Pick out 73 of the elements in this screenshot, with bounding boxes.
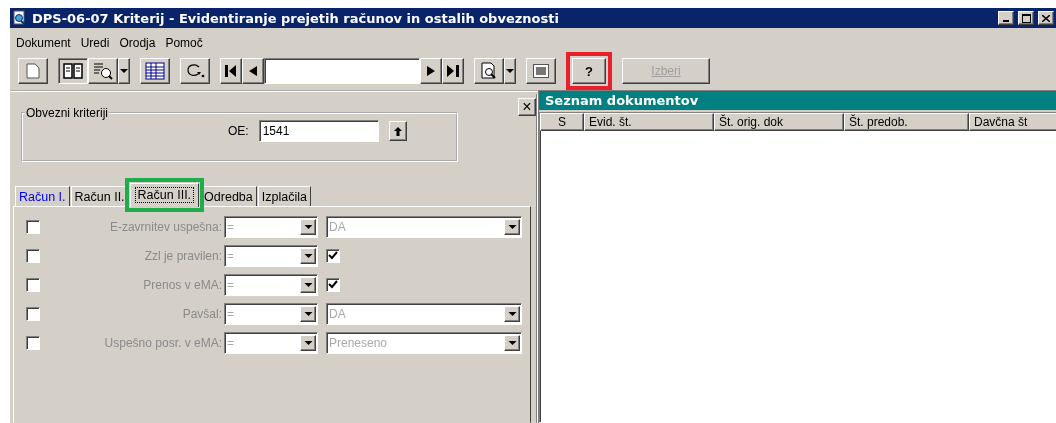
dropdown-arrow-icon (507, 340, 517, 345)
column-header[interactable]: S (540, 113, 584, 131)
menu-item[interactable]: Dokument (16, 36, 71, 50)
dropdown-arrow-icon (303, 282, 313, 287)
checkbox[interactable] (26, 335, 40, 350)
tab[interactable]: Račun I. (15, 186, 70, 206)
preview-button[interactable] (474, 58, 504, 84)
maximize-icon (1021, 13, 1031, 23)
find-icon (93, 62, 113, 80)
new-button[interactable] (18, 58, 48, 84)
close-button[interactable] (1038, 11, 1054, 25)
dropdown-button[interactable] (504, 58, 516, 84)
dropdown-arrow-icon (120, 69, 128, 73)
last-button[interactable] (442, 58, 464, 84)
checkbox[interactable] (26, 306, 40, 321)
menu-item[interactable]: Pomoč (165, 36, 203, 50)
redo-icon (185, 63, 205, 79)
checkbox[interactable] (26, 277, 40, 292)
column-header[interactable]: Evid. št. (584, 113, 714, 131)
dropdown-arrow-icon (507, 311, 517, 316)
list-title: Seznam dokumentov (539, 91, 1056, 110)
record-field[interactable] (264, 58, 420, 84)
book-button[interactable] (58, 58, 88, 84)
criterion-label: Pavšal: (181, 306, 223, 321)
first-record-icon (225, 64, 237, 78)
previous-record-icon (249, 66, 257, 76)
dropdown-arrow-icon (507, 224, 517, 229)
dropdown-arrow-icon (303, 311, 313, 316)
dropdown-button[interactable] (118, 58, 130, 84)
export-button[interactable] (526, 58, 556, 84)
help-button[interactable]: ? (572, 58, 606, 84)
maximize-button[interactable] (1018, 11, 1034, 25)
first-button[interactable] (220, 58, 242, 84)
group-title: Obvezni kriteriji (25, 106, 110, 120)
table-icon (145, 62, 165, 80)
minimize-button[interactable] (998, 11, 1014, 25)
tab[interactable]: Izplačila (257, 186, 311, 206)
find-button[interactable] (88, 58, 118, 84)
menu-item[interactable]: Uredi (80, 36, 110, 50)
close-icon (1042, 14, 1050, 22)
dropdown-arrow-icon (506, 69, 514, 73)
menu-item[interactable]: Orodja (119, 36, 156, 50)
criterion-label: Zzl je pravilen: (143, 248, 223, 263)
checkbox[interactable] (26, 248, 40, 263)
export-icon (533, 64, 549, 78)
dropdown-arrow-icon (303, 253, 313, 258)
criterion-label: E-zavrnitev uspešna: (108, 219, 223, 234)
column-header[interactable]: Št. predob. (844, 113, 969, 131)
column-header[interactable]: Št. orig. dok (714, 113, 844, 131)
redo-button[interactable] (180, 58, 210, 84)
column-header[interactable]: Davčna št (969, 113, 1056, 131)
new-document-icon (26, 63, 40, 79)
next-button[interactable] (420, 58, 442, 84)
last-record-icon (447, 64, 459, 78)
dropdown-arrow-icon (303, 340, 313, 345)
app-icon (12, 10, 28, 26)
criterion-label: Uspešno posr. v eMA: (103, 335, 223, 350)
table-button[interactable] (140, 58, 170, 84)
print-preview-icon (480, 62, 498, 80)
dropdown-arrow-icon (303, 224, 313, 229)
oe-field[interactable]: 1541 (258, 120, 379, 142)
next-record-icon (427, 66, 435, 76)
value-checkbox[interactable] (326, 277, 340, 292)
criterion-label: Prenos v eMA: (142, 277, 223, 292)
checkbox[interactable] (26, 219, 40, 234)
close-panel-button[interactable]: × (518, 98, 536, 116)
value-checkbox[interactable] (326, 248, 340, 263)
book-icon (63, 62, 83, 80)
previous-button[interactable] (242, 58, 264, 84)
window-title: DPS-06-07 Kriterij - Evidentiranje prejetih računov in ostalih obveznosti (32, 10, 560, 26)
up-arrow-icon (393, 126, 402, 136)
lookup-button[interactable] (388, 121, 407, 141)
field-label: OE: (228, 124, 249, 138)
